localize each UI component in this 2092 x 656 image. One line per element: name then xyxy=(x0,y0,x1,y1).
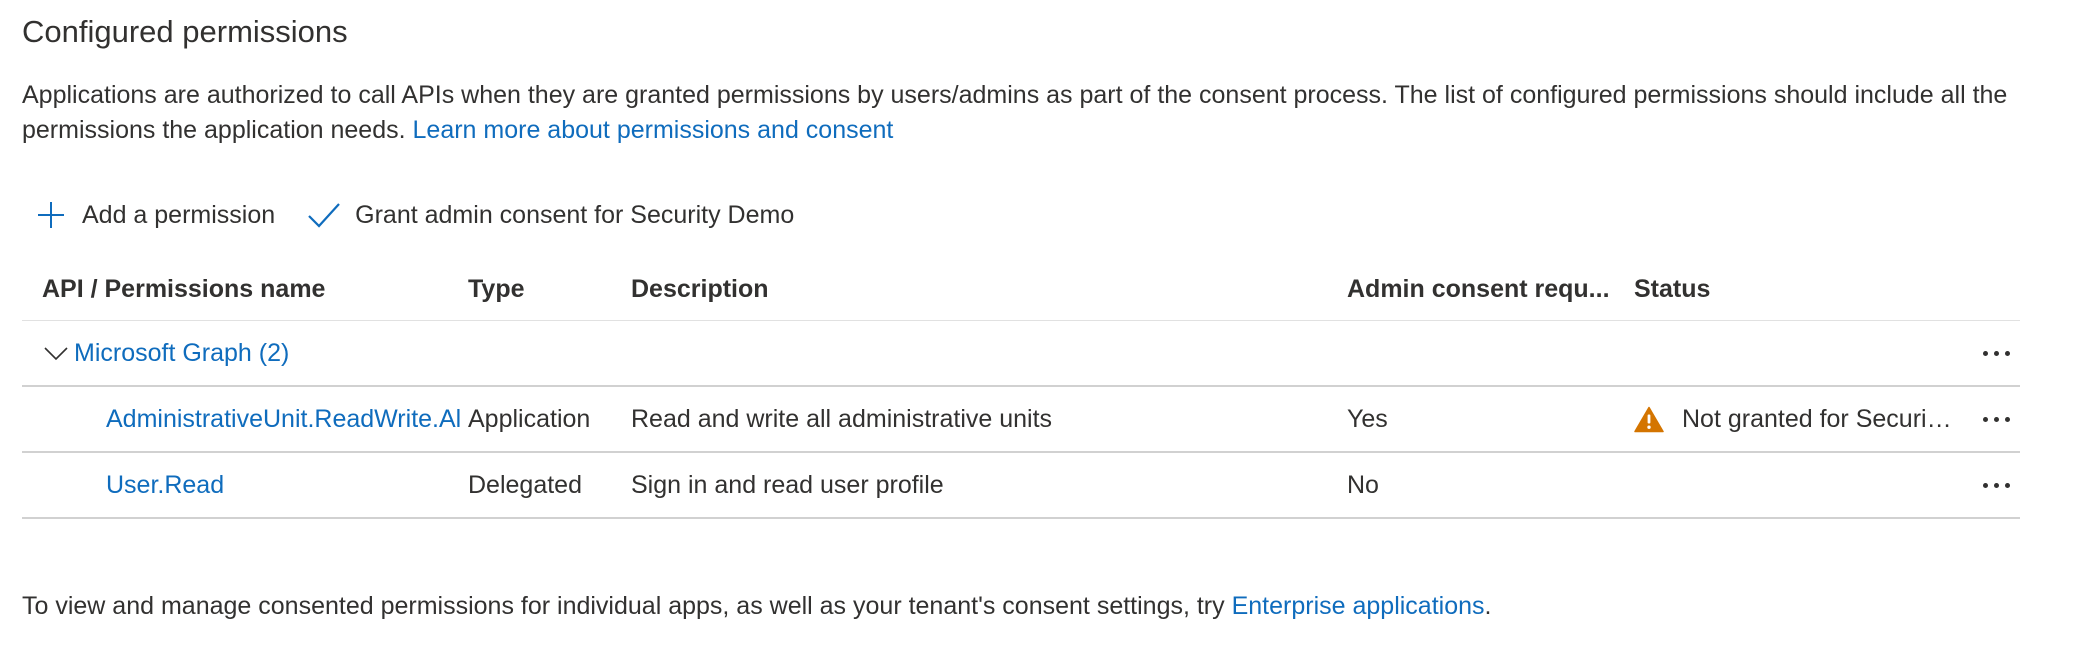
permission-name-cell: AdministrativeUnit.ReadWrite.Al xyxy=(106,387,470,451)
checkmark-icon xyxy=(308,203,340,228)
section-title: Configured permissions xyxy=(22,14,348,49)
table-row: AdministrativeUnit.ReadWrite.Al Applicat… xyxy=(22,387,2020,453)
more-actions-icon[interactable] xyxy=(1979,475,2014,496)
intro-text: Applications are authorized to call APIs… xyxy=(22,81,2008,144)
more-actions-cell xyxy=(1972,453,2020,517)
table-row: User.Read Delegated Sign in and read use… xyxy=(22,453,2020,519)
learn-more-link[interactable]: Learn more about permissions and consent xyxy=(413,116,894,144)
api-group-link[interactable]: Microsoft Graph (2) xyxy=(74,339,289,368)
status-text: Not granted for Security Demo xyxy=(1682,404,1958,433)
more-actions-icon[interactable] xyxy=(1979,409,2014,430)
status-cell xyxy=(1634,453,1964,517)
permission-type: Delegated xyxy=(468,470,582,499)
toolbar: Add a permission Grant admin consent for… xyxy=(36,195,826,235)
permissions-table: API / Permissions name Type Description … xyxy=(22,258,2020,519)
permission-description: Sign in and read user profile xyxy=(631,470,944,499)
more-actions-cell xyxy=(1972,387,2020,451)
footer-note: To view and manage consented permissions… xyxy=(22,592,1491,621)
permission-description: Read and write all administrative units xyxy=(631,404,1053,433)
column-header-description[interactable]: Description xyxy=(631,258,1331,320)
column-header-name[interactable]: API / Permissions name xyxy=(42,258,462,320)
table-header-row: API / Permissions name Type Description … xyxy=(22,258,2020,321)
admin-consent-required: Yes xyxy=(1347,404,1388,433)
admin-consent-required: No xyxy=(1347,470,1379,499)
intro-paragraph: Applications are authorized to call APIs… xyxy=(22,78,2042,148)
grant-admin-consent-button[interactable]: Grant admin consent for Security Demo xyxy=(307,201,794,230)
column-header-admin-consent[interactable]: Admin consent requ... xyxy=(1347,258,1617,320)
permission-name-link[interactable]: User.Read xyxy=(106,471,224,500)
plus-icon xyxy=(38,202,64,228)
permission-name-cell: User.Read xyxy=(106,453,470,517)
enterprise-applications-link[interactable]: Enterprise applications xyxy=(1232,592,1485,620)
footer-text: To view and manage consented permissions… xyxy=(22,592,1232,620)
permission-type: Application xyxy=(468,404,591,433)
more-actions-icon[interactable] xyxy=(1979,343,2014,364)
status-cell: Not granted for Security Demo xyxy=(1634,387,1964,451)
api-group-toggle[interactable]: Microsoft Graph (2) xyxy=(42,321,462,385)
more-actions-cell xyxy=(1972,321,2020,385)
permission-name-link[interactable]: AdministrativeUnit.ReadWrite.Al xyxy=(106,405,461,434)
api-group-row: Microsoft Graph (2) xyxy=(22,321,2020,387)
grant-admin-consent-label: Grant admin consent for Security Demo xyxy=(355,200,795,229)
warning-icon xyxy=(1634,406,1664,432)
column-header-status[interactable]: Status xyxy=(1634,258,1964,320)
chevron-down-icon[interactable] xyxy=(42,343,70,363)
add-permission-button[interactable]: Add a permission xyxy=(36,200,275,230)
configured-permissions-panel: Configured permissions Applications are … xyxy=(0,0,2092,656)
footer-suffix: . xyxy=(1484,592,1492,620)
column-header-type[interactable]: Type xyxy=(468,258,628,320)
add-permission-label: Add a permission xyxy=(82,200,276,229)
